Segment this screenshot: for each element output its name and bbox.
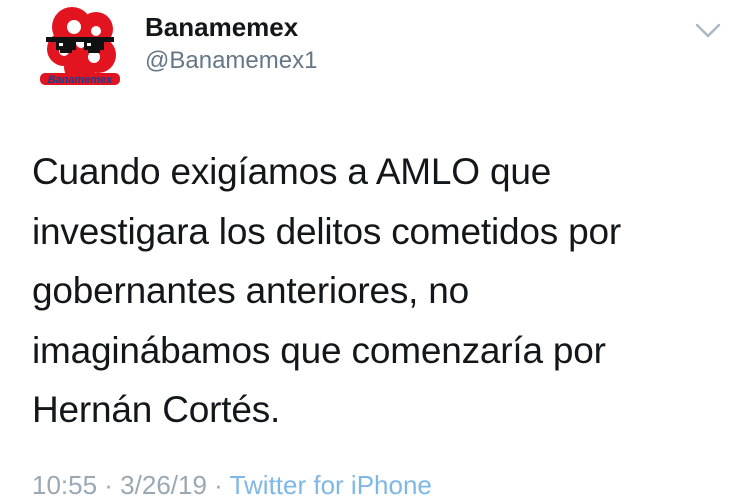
tweet-text: Cuando exigíamos a AMLO que investigara … (32, 151, 622, 430)
author-handle[interactable]: @Banamemex1 (145, 47, 317, 75)
banamemex-logo-icon[interactable]: Banamemex (34, 5, 126, 89)
tweet: Banamemex Banamemex @Banamemex1 Cuando e… (0, 0, 750, 500)
author-display-name[interactable]: Banamemex (145, 12, 298, 43)
svg-text:Banamemex: Banamemex (48, 74, 114, 86)
tweet-source[interactable]: Twitter for iPhone (230, 470, 432, 500)
tweet-meta: 10:55 · 3/26/19 · Twitter for iPhone (32, 470, 432, 501)
tweet-timestamp[interactable]: 10:55 · 3/26/19 · (32, 470, 223, 500)
chevron-down-icon[interactable] (694, 20, 722, 40)
